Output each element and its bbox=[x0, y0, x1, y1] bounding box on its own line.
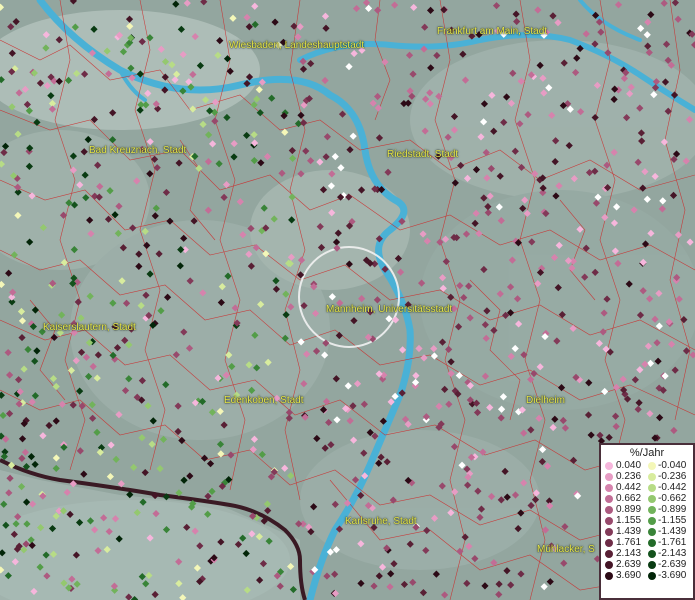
legend-row: 0.662 -0.662 bbox=[601, 493, 693, 504]
legend-swatch bbox=[648, 517, 656, 525]
city-label: Riedstadt, Stadt bbox=[387, 149, 459, 160]
city-label: Frankfurt am Main, Stadt bbox=[437, 26, 548, 37]
legend-swatch bbox=[648, 495, 656, 503]
city-label: Mühlacker, S bbox=[537, 544, 595, 555]
legend-label: -1.761 bbox=[658, 537, 687, 548]
city-label: Kaiserslautern, Stadt bbox=[43, 322, 136, 333]
legend-label: 0.040 bbox=[616, 460, 642, 471]
legend-row: 0.236 -0.236 bbox=[601, 471, 693, 482]
legend-label: 0.442 bbox=[616, 482, 642, 493]
legend-swatch bbox=[648, 572, 656, 580]
city-label: Karlsruhe, Stadt bbox=[345, 516, 417, 527]
legend-label: -2.143 bbox=[658, 548, 687, 559]
legend-row: 2.639 -2.639 bbox=[601, 559, 693, 570]
city-label: Wiesbaden, Landeshauptstadt bbox=[229, 40, 365, 51]
legend-swatch bbox=[605, 473, 613, 481]
legend-swatch bbox=[648, 539, 656, 547]
legend-swatch bbox=[648, 473, 656, 481]
legend-label: -2.639 bbox=[658, 559, 687, 570]
legend-row: 2.143 -2.143 bbox=[601, 548, 693, 559]
legend-swatch bbox=[648, 561, 656, 569]
legend-label: 0.899 bbox=[616, 504, 642, 515]
legend-swatch bbox=[605, 561, 613, 569]
legend-label: -0.236 bbox=[658, 471, 687, 482]
legend-label: -0.442 bbox=[658, 482, 687, 493]
legend-swatch bbox=[648, 462, 656, 470]
terrain-map[interactable] bbox=[0, 0, 695, 600]
legend-row: 0.899 -0.899 bbox=[601, 504, 693, 515]
legend-label: 3.690 bbox=[616, 570, 642, 581]
legend-swatch bbox=[648, 506, 656, 514]
legend-rows: 0.040 -0.040 0.236 -0.236 0.442 -0.442 0.662 -0… bbox=[601, 460, 693, 581]
legend-swatch bbox=[648, 550, 656, 558]
legend-swatch bbox=[605, 539, 613, 547]
legend-swatch bbox=[605, 462, 613, 470]
legend-label: 0.662 bbox=[616, 493, 642, 504]
legend-swatch bbox=[648, 528, 656, 536]
city-label: Dielheim bbox=[526, 395, 565, 406]
legend-title: %/Jahr bbox=[629, 447, 665, 459]
legend-label: 2.143 bbox=[616, 548, 642, 559]
legend-row: 3.690 -3.690 bbox=[601, 570, 693, 581]
legend-label: -1.155 bbox=[658, 515, 687, 526]
legend-swatch bbox=[605, 572, 613, 580]
legend-row: 0.040 -0.040 bbox=[601, 460, 693, 471]
legend-row: 1.761 -1.761 bbox=[601, 537, 693, 548]
legend-swatch bbox=[605, 484, 613, 492]
legend-swatch bbox=[648, 484, 656, 492]
legend-label: -3.690 bbox=[658, 570, 687, 581]
legend-label: -0.899 bbox=[658, 504, 687, 515]
legend-swatch bbox=[605, 506, 613, 514]
city-label: Bad Kreuznach, Stadt bbox=[89, 145, 187, 156]
legend-label: 1.761 bbox=[616, 537, 642, 548]
legend-label: -1.439 bbox=[658, 526, 687, 537]
legend-label: 2.639 bbox=[616, 559, 642, 570]
legend-row: 0.442 -0.442 bbox=[601, 482, 693, 493]
city-label: Mannheim, Universitätsstadt bbox=[326, 304, 453, 315]
legend-row: 1.439 -1.439 bbox=[601, 526, 693, 537]
legend-label: -0.040 bbox=[658, 460, 687, 471]
legend-label: 0.236 bbox=[616, 471, 642, 482]
legend-label: 1.155 bbox=[616, 515, 642, 526]
legend-swatch bbox=[605, 528, 613, 536]
legend-row: 1.155 -1.155 bbox=[601, 515, 693, 526]
legend-label: 1.439 bbox=[616, 526, 642, 537]
legend-label: -0.662 bbox=[658, 493, 687, 504]
legend-swatch bbox=[605, 517, 613, 525]
legend-swatch bbox=[605, 550, 613, 558]
city-label: Edenkoben, Stadt bbox=[224, 395, 304, 406]
legend-swatch bbox=[605, 495, 613, 503]
legend: %/Jahr 0.040 -0.040 0.236 -0.236 0.442 -0.442… bbox=[599, 443, 695, 600]
